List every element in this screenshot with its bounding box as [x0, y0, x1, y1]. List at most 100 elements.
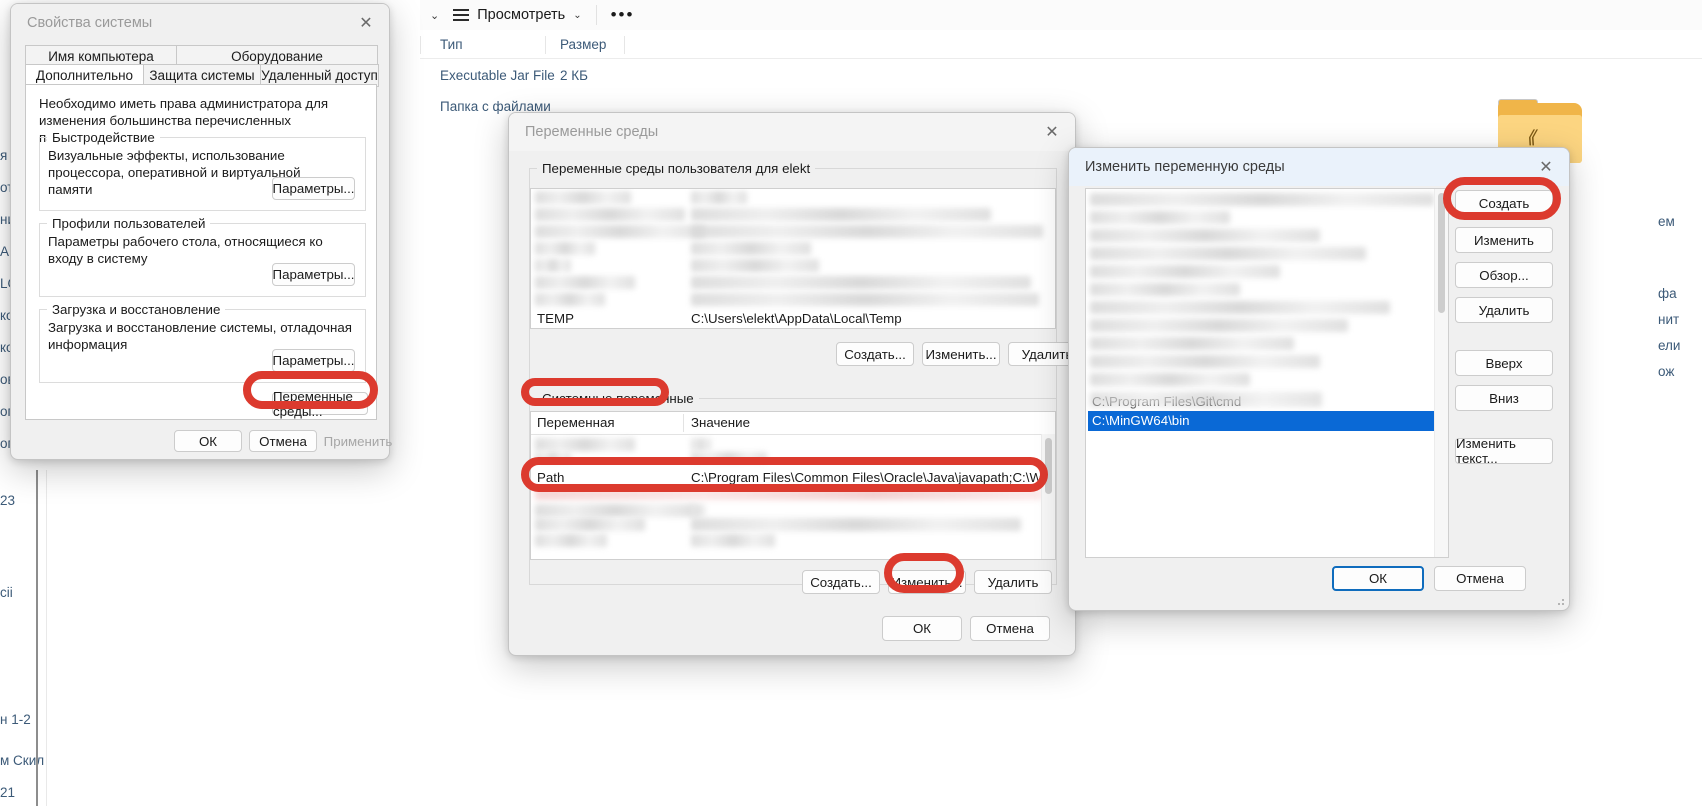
system-variables-legend: Системные переменные — [537, 391, 699, 406]
sidebar-fragment: сіі — [0, 585, 13, 600]
tab-label: Удаленный доступ — [261, 68, 378, 83]
path-entry-row-selected[interactable]: C:\MinGW64\bin — [1088, 411, 1446, 431]
column-header-variable[interactable]: Переменная — [537, 415, 615, 430]
edit-env-cancel-button[interactable]: Отмена — [1434, 566, 1526, 591]
environment-variables-dialog: Переменные среды ✕ Переменные среды поль… — [508, 112, 1086, 656]
env-vars-ok-button[interactable]: ОК — [882, 616, 962, 641]
button-label: Изменить... — [891, 574, 963, 590]
system-variables-header: Переменная Значение — [531, 412, 1055, 435]
env-vars-button[interactable]: Переменные среды... — [272, 389, 368, 419]
button-label: Вверх — [1485, 355, 1523, 371]
env-vars-titlebar[interactable]: Переменные среды ✕ — [509, 113, 1075, 151]
sidebar-fragment: 23 — [0, 493, 16, 508]
screen: ⌄ Просмотреть ⌄ ••• Тип Размер Executabl… — [0, 0, 1702, 806]
close-icon[interactable]: ✕ — [343, 4, 389, 42]
button-label: Удалить — [987, 574, 1039, 590]
right-fragment: нит — [1658, 312, 1680, 327]
user-variable-row-temp[interactable]: TEMP C:\Users\elekt\AppData\Local\Temp — [531, 309, 1055, 328]
button-label: Изменить... — [925, 346, 997, 362]
view-menu-label: Просмотреть — [477, 7, 566, 23]
create-button[interactable]: Создать — [1455, 190, 1553, 216]
tab-label: Оборудование — [231, 48, 323, 64]
startup-recovery-description: Загрузка и восстановление системы, отлад… — [48, 320, 352, 352]
chevron-down-icon[interactable]: ⌄ — [430, 9, 439, 22]
button-label: Переменные среды... — [273, 388, 353, 419]
button-label: Изменить — [1474, 232, 1534, 248]
button-label: Применить — [323, 433, 393, 449]
env-vars-cancel-button[interactable]: Отмена — [970, 616, 1050, 641]
button-label: Удалить — [1021, 346, 1073, 362]
close-icon[interactable]: ✕ — [1523, 148, 1569, 186]
path-entries-list[interactable]: C:\Program Files\Git\cmd C:\MinGW64\bin — [1085, 188, 1449, 558]
file-row-type: Executable Jar File — [440, 68, 555, 83]
sidebar-fragment: 21 — [0, 785, 16, 800]
user-profiles-group-legend: Профили пользователей — [47, 216, 211, 231]
more-options-button[interactable]: ••• — [611, 6, 635, 23]
button-label: Вниз — [1489, 390, 1519, 406]
startup-recovery-settings-button[interactable]: Параметры... — [272, 349, 355, 372]
close-icon[interactable]: ✕ — [1029, 113, 1075, 151]
move-down-button[interactable]: Вниз — [1455, 385, 1553, 411]
advanced-tab-page: Необходимо иметь права администратора дл… — [25, 84, 377, 420]
system-properties-cancel-button[interactable]: Отмена — [249, 430, 317, 452]
button-label: Отмена — [986, 621, 1034, 636]
system-properties-title: Свойства системы — [27, 15, 153, 31]
edit-env-ok-button[interactable]: ОК — [1332, 566, 1424, 591]
column-header-type[interactable]: Тип — [440, 37, 463, 52]
system-properties-ok-button[interactable]: ОК — [174, 430, 242, 452]
scrollbar-thumb[interactable] — [1045, 438, 1052, 494]
hamburger-icon — [453, 9, 470, 21]
delete-button[interactable]: Удалить — [1455, 297, 1553, 323]
button-label: Создать — [1478, 195, 1530, 211]
button-label: Создать... — [844, 346, 906, 362]
edit-env-titlebar[interactable]: Изменить переменную среды ✕ — [1069, 148, 1569, 186]
explorer-vertical-divider — [36, 470, 38, 806]
button-label: Обзор... — [1479, 267, 1529, 283]
button-label: ОК — [912, 621, 932, 636]
button-label: Создать... — [810, 574, 872, 590]
move-up-button[interactable]: Вверх — [1455, 350, 1553, 376]
sidebar-fragment: я — [0, 148, 8, 163]
right-fragment: фа — [1658, 286, 1677, 301]
browse-button[interactable]: Обзор... — [1455, 262, 1553, 288]
edit-button[interactable]: Изменить — [1455, 227, 1553, 253]
button-label: Параметры... — [272, 181, 355, 196]
variable-name: TEMP — [537, 311, 574, 326]
system-create-button[interactable]: Создать... — [802, 570, 880, 594]
tab-label: Имя компьютера — [48, 48, 154, 64]
system-list-scrollbar[interactable] — [1041, 434, 1055, 559]
scrollbar-thumb[interactable] — [1438, 193, 1445, 313]
user-create-button[interactable]: Создать... — [836, 342, 914, 366]
column-header-size[interactable]: Размер — [560, 37, 606, 52]
user-profiles-settings-button[interactable]: Параметры... — [272, 263, 355, 286]
user-variables-list[interactable]: TEMP C:\Users\elekt\AppData\Local\Temp — [530, 188, 1056, 329]
variable-value: C:\Users\elekt\AppData\Local\Temp — [691, 311, 902, 326]
button-label: Отмена — [259, 433, 307, 449]
right-edge-fragments: ем фа нит ели ож — [1658, 0, 1702, 806]
view-menu-button[interactable]: Просмотреть ⌄ — [453, 7, 582, 23]
variable-value: C:\Program Files\Common Files\Oracle\Jav… — [691, 470, 1056, 485]
system-properties-apply-button: Применить — [323, 430, 393, 452]
button-label: Изменить текст... — [1456, 436, 1516, 466]
user-edit-button[interactable]: Изменить... — [922, 342, 1000, 366]
right-fragment: ем — [1658, 214, 1675, 229]
button-label: ОК — [1368, 571, 1388, 586]
startup-recovery-group-legend: Загрузка и восстановление — [47, 302, 226, 317]
right-fragment: ели — [1658, 338, 1681, 353]
performance-settings-button[interactable]: Параметры... — [272, 177, 355, 200]
system-variables-list[interactable]: Переменная Значение Path C:\Program File… — [530, 411, 1056, 560]
path-row[interactable]: Path C:\Program Files\Common Files\Oracl… — [531, 468, 1055, 489]
env-vars-title: Переменные среды — [525, 124, 659, 140]
system-delete-button[interactable]: Удалить — [974, 570, 1052, 594]
edit-env-title: Изменить переменную среды — [1085, 159, 1285, 175]
path-list-scrollbar[interactable] — [1434, 189, 1448, 557]
system-edit-button[interactable]: Изменить... — [888, 570, 966, 594]
column-header-value[interactable]: Значение — [691, 415, 750, 430]
performance-group-legend: Быстродействие — [47, 130, 160, 145]
resize-grip[interactable] — [1552, 593, 1564, 605]
user-variables-legend: Переменные среды пользователя для elekt — [537, 161, 816, 176]
edit-text-button[interactable]: Изменить текст... — [1455, 436, 1553, 466]
explorer-vertical-divider-light — [46, 470, 47, 806]
system-properties-titlebar[interactable]: Свойства системы ✕ — [11, 4, 389, 42]
explorer-toolbar: ⌄ Просмотреть ⌄ ••• — [420, 0, 1702, 30]
